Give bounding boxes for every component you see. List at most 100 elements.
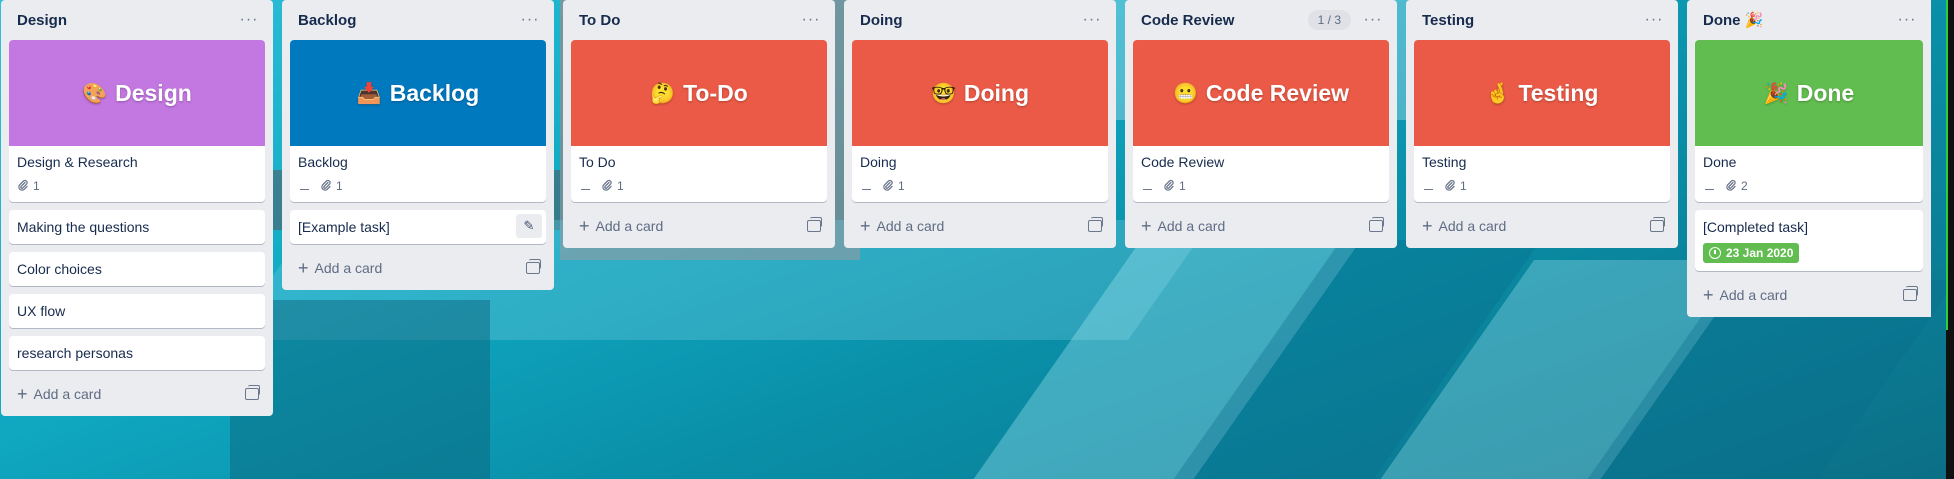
cover-card[interactable]: 🤞 Testing Testing 1 [1414,40,1670,202]
card-cover: 📥 Backlog [290,40,546,146]
cover-card[interactable]: 😬 Code Review Code Review 1 [1133,40,1389,202]
attachment-count: 1 [336,179,343,193]
cover-emoji: 🎨 [82,82,108,105]
description-icon [579,182,591,191]
edit-pencil-icon[interactable]: ✎ [516,214,542,238]
list-title[interactable]: Doing [860,12,903,29]
cover-emoji: 🎉 [1763,82,1789,105]
more-icon[interactable]: ··· [1078,8,1106,32]
card-badges: 1 [1422,176,1662,196]
more-icon[interactable]: ··· [797,8,825,32]
card-body: To Do 1 [571,146,827,202]
completed-card[interactable]: [Completed task] 23 Jan 2020 [1695,210,1923,271]
card[interactable]: [Example task] ✎ [290,210,546,244]
card-cover: 🤞 Testing [1414,40,1670,146]
list-header: Done 🎉 ··· [1695,0,1923,40]
cover-card[interactable]: 🎨 Design Design & Research 1 [9,40,265,202]
card-badges: 2 [1703,176,1915,196]
card-title: Doing [860,154,897,170]
card[interactable]: Color choices [9,252,265,286]
more-icon[interactable]: ··· [516,8,544,32]
cover-text: Doing [963,79,1030,106]
list-header-actions: ··· [1640,8,1668,32]
add-card-button[interactable]: + Add a card [579,217,663,235]
cover-card[interactable]: 🎉 Done Done 2 [1695,40,1923,202]
list: Backlog ··· 📥 Backlog Backlog 1 [Example task]… [282,0,554,290]
card-body: Testing 1 [1414,146,1670,202]
list: Testing ··· 🤞 Testing Testing 1 + Add a card [1406,0,1678,248]
add-card-label: Add a card [876,218,945,234]
card-template-icon[interactable] [1650,217,1665,232]
paperclip-icon [17,179,29,194]
card-cover: 🤓 Doing [852,40,1108,146]
add-card-label: Add a card [314,260,383,276]
card-composer: + Add a card [852,210,1108,242]
card-title: [Completed task] [1703,219,1809,235]
card[interactable]: research personas [9,336,265,370]
card-template-icon[interactable] [1369,217,1384,232]
more-icon[interactable]: ··· [235,8,263,32]
add-card-button[interactable]: + Add a card [17,385,101,403]
cover-emoji: 📥 [356,82,382,105]
add-card-label: Add a card [1719,287,1788,303]
add-card-button[interactable]: + Add a card [1141,217,1225,235]
card-title: research personas [17,345,133,361]
list: To Do ··· 🤔 To-Do To Do 1 + Add a card [563,0,835,248]
list-title[interactable]: Code Review [1141,12,1234,29]
card-template-icon[interactable] [1088,217,1103,232]
more-icon[interactable]: ··· [1640,8,1668,32]
card-title: Code Review [1141,154,1225,170]
card-template-icon[interactable] [245,385,260,400]
card-title: To Do [579,154,616,170]
card[interactable]: UX flow [9,294,265,328]
description-icon [860,182,872,191]
cover-card[interactable]: 🤔 To-Do To Do 1 [571,40,827,202]
description-icon [1703,182,1715,191]
card[interactable]: Making the questions [9,210,265,244]
add-card-button[interactable]: + Add a card [1703,286,1787,304]
card-template-icon[interactable] [526,259,541,274]
card-body: Design & Research 1 [9,146,265,202]
cover-card[interactable]: 📥 Backlog Backlog 1 [290,40,546,202]
card-badges: 1 [860,176,1100,196]
cover-emoji: 🤓 [930,82,956,105]
list: Done 🎉 ··· 🎉 Done Done 2 [Completed task] 23 Ja… [1687,0,1931,317]
card-template-icon[interactable] [1903,286,1918,301]
plus-icon: + [1141,216,1152,236]
plus-icon: + [579,216,590,236]
attachment-badge: 1 [17,179,40,194]
list-title[interactable]: Design [17,12,67,29]
description-icon [298,182,310,191]
add-card-button[interactable]: + Add a card [298,259,382,277]
add-card-button[interactable]: + Add a card [1422,217,1506,235]
due-date-badge[interactable]: 23 Jan 2020 [1703,243,1800,263]
list-header-actions: 1 / 3 ··· [1307,8,1387,32]
card-composer: + Add a card [9,378,265,410]
attachment-count: 1 [33,179,40,193]
description-icon [1422,182,1434,191]
paperclip-icon [1725,179,1737,194]
plus-icon: + [17,384,28,404]
add-card-button[interactable]: + Add a card [860,217,944,235]
list-title[interactable]: To Do [579,12,620,29]
list-title[interactable]: Testing [1422,12,1474,29]
attachment-count: 1 [898,179,905,193]
list-title[interactable]: Backlog [298,12,356,29]
card-body: Backlog 1 [290,146,546,202]
cover-card[interactable]: 🤓 Doing Doing 1 [852,40,1108,202]
card-composer: + Add a card [571,210,827,242]
paperclip-icon [1163,179,1175,194]
add-card-label: Add a card [1157,218,1226,234]
list-header-actions: ··· [235,8,263,32]
paperclip-icon [1444,179,1456,194]
list-header: Testing ··· [1414,0,1670,40]
card-template-icon[interactable] [807,217,822,232]
list-title[interactable]: Done 🎉 [1703,11,1763,29]
list-header: To Do ··· [571,0,827,40]
due-date-text: 23 Jan 2020 [1726,246,1794,260]
attachment-badge: 1 [882,179,905,194]
more-icon[interactable]: ··· [1893,8,1921,32]
more-icon[interactable]: ··· [1359,8,1387,32]
cover-text: Backlog [389,79,480,106]
attachment-count: 1 [1460,179,1467,193]
